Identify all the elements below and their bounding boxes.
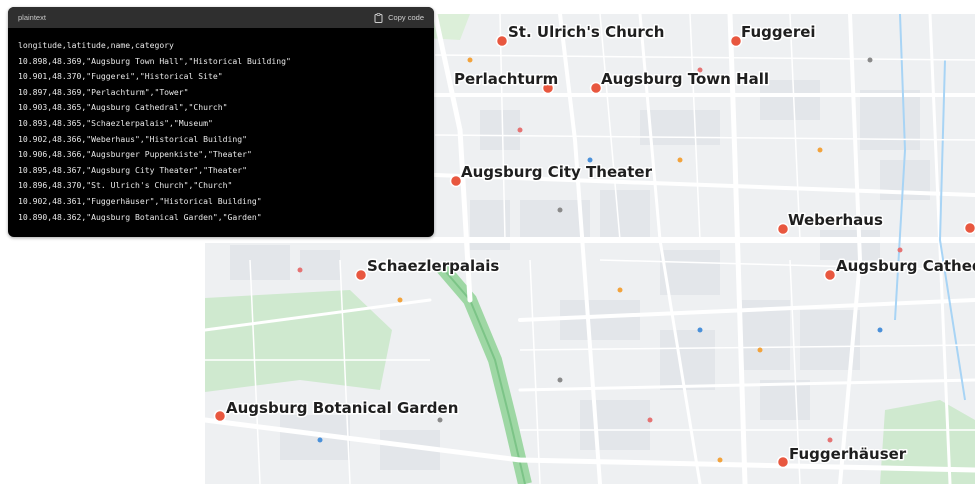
marker-label: Schaezlerpalais (367, 257, 499, 275)
marker-label: Fuggerhäuser (789, 445, 907, 463)
code-line: 10.902,48.366,"Weberhaus","Historical Bu… (18, 133, 248, 144)
code-line: 10.903,48.365,"Augsburg Cathedral","Chur… (18, 102, 228, 113)
clipboard-icon (374, 12, 383, 23)
marker-label: Augsburg Botanical Garden (226, 399, 458, 417)
map-blank-margin (0, 237, 205, 484)
code-line: 10.898,48.369,"Augsburg Town Hall","Hist… (18, 55, 291, 66)
code-line: 10.893,48.365,"Schaezlerpalais","Museum" (18, 117, 213, 128)
marker-partial-edge[interactable] (963, 221, 975, 235)
code-panel-header: plaintext Copy code (8, 7, 434, 28)
code-language-label: plaintext (18, 13, 46, 22)
marker-label: Augsburg Cathedral (836, 257, 975, 275)
code-line: 10.906,48.366,"Augsburger Puppenkiste","… (18, 149, 252, 160)
code-line: 10.897,48.369,"Perlachturm","Tower" (18, 86, 189, 97)
copy-code-button[interactable]: Copy code (374, 12, 424, 23)
marker-label: Augsburg Town Hall (601, 70, 769, 88)
marker-label: St. Ulrich's Church (508, 23, 664, 41)
marker-label: Perlachturm (454, 70, 558, 88)
marker-label: Weberhaus (788, 211, 883, 229)
code-block[interactable]: longitude,latitude,name,category 10.898,4… (8, 28, 434, 225)
marker-label: Augsburg City Theater (461, 163, 653, 181)
code-line: 10.895,48.367,"Augsburg City Theater","T… (18, 164, 248, 175)
park-area (205, 290, 392, 392)
code-panel: plaintext Copy code longitude,latitude,n… (8, 7, 434, 237)
copy-code-label: Copy code (388, 13, 424, 22)
code-line: 10.902,48.361,"Fuggerhäuser","Historical… (18, 195, 262, 206)
code-line: 10.901,48.370,"Fuggerei","Historical Sit… (18, 71, 223, 82)
code-line: 10.890,48.362,"Augsburg Botanical Garden… (18, 211, 262, 222)
code-line: longitude,latitude,name,category (18, 40, 174, 50)
marker-label: Fuggerei (741, 23, 816, 41)
code-line: 10.896,48.370,"St. Ulrich's Church","Chu… (18, 180, 233, 191)
